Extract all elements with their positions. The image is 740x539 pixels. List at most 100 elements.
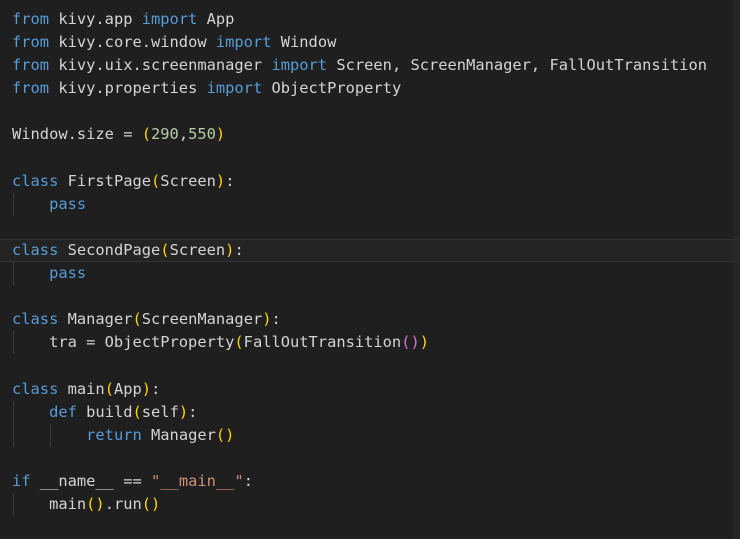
indent-guide xyxy=(12,331,14,355)
indent-guide xyxy=(12,262,14,286)
code-line[interactable]: from kivy.properties import ObjectProper… xyxy=(0,77,740,100)
token-kw: class xyxy=(12,310,59,329)
token-txt: .run xyxy=(104,494,142,513)
code-line[interactable]: Window.size = (290,550) xyxy=(0,123,740,146)
code-editor[interactable]: from kivy.app import App from kivy.core.w… xyxy=(0,0,740,539)
token-num: 550 xyxy=(188,125,216,144)
token-b1: () xyxy=(215,425,235,444)
code-line[interactable]: if __name__ == "__main__": xyxy=(0,470,740,493)
token-kw: def xyxy=(49,402,77,421)
indent-guide xyxy=(12,423,14,447)
code-line[interactable]: pass xyxy=(0,192,740,216)
token-txt: kivy.properties xyxy=(49,79,207,98)
token-kw: pass xyxy=(49,194,87,213)
code-text: from kivy.app import App xyxy=(0,8,740,31)
code-line[interactable] xyxy=(0,354,740,377)
indent-guide xyxy=(12,192,14,216)
token-b1: ( xyxy=(132,310,142,329)
token-txt: self xyxy=(141,402,179,421)
token-str: "__main__" xyxy=(151,471,244,490)
token-kw: import xyxy=(141,10,198,28)
token-num: 290 xyxy=(151,125,179,144)
code-text: main().run() xyxy=(0,493,740,516)
token-txt: Screen xyxy=(169,240,226,259)
code-line[interactable]: tra = ObjectProperty(FallOutTransition()… xyxy=(0,331,740,355)
code-line[interactable] xyxy=(0,100,740,123)
token-kw: from xyxy=(12,33,50,52)
code-line[interactable]: from kivy.app import App xyxy=(0,8,740,31)
indent-guide xyxy=(12,492,14,517)
token-txt: __name__ == xyxy=(30,471,152,490)
token-txt: : xyxy=(271,310,281,329)
token-txt: : xyxy=(243,471,253,490)
token-b1: ( xyxy=(141,125,152,144)
token-txt: App xyxy=(113,379,142,398)
code-line[interactable]: from kivy.uix.screenmanager import Scree… xyxy=(0,54,740,77)
code-line[interactable]: from kivy.core.window import Window xyxy=(0,31,740,54)
token-kw: class xyxy=(12,171,59,190)
code-text: pass xyxy=(0,262,740,285)
code-text: from kivy.core.window import Window xyxy=(0,31,740,54)
code-line[interactable]: main().run() xyxy=(0,492,740,517)
code-line-current[interactable]: class SecondPage(Screen): xyxy=(0,238,740,263)
token-txt: FirstPage xyxy=(58,171,152,190)
code-text: tra = ObjectProperty(FallOutTransition()… xyxy=(0,331,740,354)
code-text: class main(App): xyxy=(0,378,740,401)
scrollbar-track[interactable] xyxy=(733,0,740,539)
indent-guide xyxy=(12,400,14,424)
token-kw: import xyxy=(271,56,328,75)
token-kw: class xyxy=(12,379,59,398)
token-txt: Window.size = xyxy=(12,125,142,144)
token-txt: Manager xyxy=(58,310,133,329)
code-text: if __name__ == "__main__": xyxy=(0,470,740,493)
code-text: class FirstPage(Screen): xyxy=(0,170,740,193)
indent-guide xyxy=(49,423,51,447)
token-b1: ( xyxy=(151,171,161,190)
token-txt: build xyxy=(76,402,133,421)
token-b1: ( xyxy=(104,379,114,398)
code-line[interactable] xyxy=(0,285,740,308)
token-kw: from xyxy=(12,56,50,75)
token-kw: pass xyxy=(49,264,87,283)
token-txt: , xyxy=(178,125,189,144)
code-text: from kivy.uix.screenmanager import Scree… xyxy=(0,54,740,77)
token-txt: Screen xyxy=(160,171,216,190)
code-text: pass xyxy=(0,193,740,216)
code-text: Window.size = (290,550) xyxy=(0,123,740,146)
code-line[interactable]: class Manager(ScreenManager): xyxy=(0,308,740,331)
code-line[interactable] xyxy=(0,516,740,539)
token-txt: main xyxy=(58,379,105,398)
token-b1: ) xyxy=(215,171,226,190)
code-line[interactable]: class main(App): xyxy=(0,378,740,401)
token-txt: Window xyxy=(271,33,337,52)
token-kw: if xyxy=(12,471,31,490)
code-text: class SecondPage(Screen): xyxy=(0,240,740,261)
code-line[interactable] xyxy=(0,147,740,170)
token-txt: : xyxy=(151,379,161,398)
token-txt: main xyxy=(12,494,87,513)
token-b2: () xyxy=(401,333,420,352)
token-b1: ) xyxy=(419,333,430,352)
token-txt: Manager xyxy=(141,425,216,444)
code-line[interactable]: def build(self): xyxy=(0,400,740,424)
token-kw: return xyxy=(86,425,142,444)
code-area: from kivy.app import App from kivy.core.w… xyxy=(0,0,740,539)
token-txt: App xyxy=(197,10,235,28)
token-txt: FallOutTransition xyxy=(243,333,402,352)
token-b1: () xyxy=(86,494,105,513)
code-line[interactable]: pass xyxy=(0,262,740,286)
code-line[interactable]: return Manager() xyxy=(0,423,740,447)
token-kw: import xyxy=(215,33,272,52)
token-b1: ) xyxy=(215,125,226,144)
token-b1: () xyxy=(141,494,161,513)
code-line[interactable]: class FirstPage(Screen): xyxy=(0,170,740,193)
code-line[interactable] xyxy=(0,447,740,470)
token-b1: ( xyxy=(160,240,170,259)
token-txt: : xyxy=(234,240,244,259)
code-text: def build(self): xyxy=(0,401,740,424)
code-line[interactable] xyxy=(0,216,740,239)
token-txt: SecondPage xyxy=(58,240,161,259)
